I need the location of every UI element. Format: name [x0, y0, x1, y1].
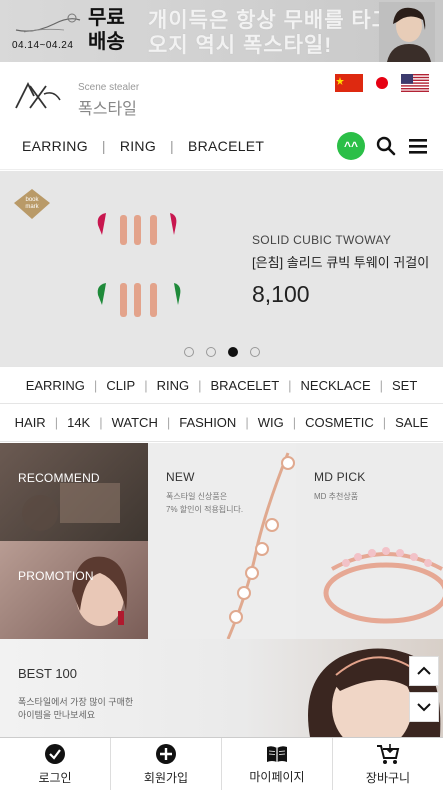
hero-product-info[interactable]: SOLID CUBIC TWOWAY [은침] 솔리드 큐빅 투웨이 귀걸이 8…: [252, 233, 429, 308]
china-flag-icon[interactable]: [335, 74, 363, 92]
category-bracelet[interactable]: BRACELET: [211, 378, 280, 393]
tab-signup-label: 회원가입: [143, 770, 189, 785]
best-title: BEST 100: [18, 666, 78, 681]
slider-dot-active[interactable]: [228, 347, 238, 357]
nav-separator: |: [101, 138, 106, 154]
category-ring[interactable]: RING: [157, 378, 190, 393]
category-sale[interactable]: SALE: [395, 415, 428, 430]
md-pick-tile[interactable]: MD PICK MD 추천상품: [296, 443, 443, 639]
chevron-up-icon: [417, 666, 431, 675]
check-circle-icon: [45, 743, 65, 764]
scroll-down-button[interactable]: [409, 692, 439, 722]
tab-mypage-label: 마이페이지: [249, 769, 305, 784]
best-model-image: [308, 648, 441, 737]
category-necklace[interactable]: NECKLACE: [301, 378, 371, 393]
svg-text:book: book: [25, 197, 39, 203]
foxstyle-logo-icon[interactable]: [14, 80, 62, 112]
category-wig[interactable]: WIG: [258, 415, 284, 430]
slider-dots: [184, 347, 260, 357]
category-14k[interactable]: 14K: [67, 415, 90, 430]
book-icon: [267, 745, 287, 762]
promotion-tile[interactable]: PROMOTION: [0, 541, 148, 639]
recommend-photo: [22, 483, 120, 531]
new-tile[interactable]: NEW 폭스타일 신상품은 7% 할인이 적용됩니다.: [148, 443, 296, 639]
new-subtitle: 폭스타일 신상품은 7% 할인이 적용됩니다.: [166, 492, 244, 514]
promo-model-image: [379, 2, 435, 62]
promo-date: 04.14~04.24: [12, 40, 74, 51]
tab-mypage[interactable]: 마이페이지: [222, 738, 333, 790]
nav-item-ring[interactable]: RING: [120, 138, 156, 154]
category-hair[interactable]: HAIR: [15, 415, 46, 430]
menu-icon[interactable]: [407, 135, 429, 157]
promo-copy: 개이득은 항상 무배를 타고 오지 역시 폭스타일!: [148, 9, 393, 57]
brand-tagline: Scene stealer: [78, 82, 140, 93]
product-earrings-image: [97, 213, 181, 317]
main-nav: EARRING | RING | BRACELET ^^: [0, 122, 443, 170]
category-clip[interactable]: CLIP: [106, 378, 135, 393]
recommend-tile[interactable]: RECOMMEND: [0, 443, 148, 541]
tab-login[interactable]: 로그인: [0, 738, 111, 790]
kakaotalk-icon[interactable]: ^^: [337, 132, 365, 160]
usa-flag-icon[interactable]: [401, 74, 429, 92]
feature-tiles: RECOMMEND PROMOTION NEW 폭스타일 신상품은 7% 할인이…: [0, 443, 443, 639]
slider-dot[interactable]: [206, 347, 216, 357]
recommend-title: RECOMMEND: [18, 471, 100, 485]
category-earring[interactable]: EARRING: [26, 378, 85, 393]
tab-signup[interactable]: 회원가입: [111, 738, 222, 790]
md-pick-subtitle: MD 추천상품: [314, 492, 359, 501]
promotion-photo: [72, 556, 128, 626]
svg-text:mark: mark: [25, 204, 39, 210]
product-korean-name: [은침] 솔리드 큐빅 투웨이 귀걸이: [252, 255, 430, 270]
tab-cart-label: 장바구니: [365, 770, 411, 785]
chevron-down-icon: [417, 703, 431, 712]
language-flags: [335, 74, 429, 92]
nav-item-earring[interactable]: EARRING: [22, 138, 88, 154]
new-title: NEW: [166, 470, 195, 484]
category-watch[interactable]: WATCH: [112, 415, 158, 430]
promotion-title: PROMOTION: [18, 569, 94, 583]
tab-cart[interactable]: 장바구니: [333, 738, 443, 790]
category-set[interactable]: SET: [392, 378, 417, 393]
nav-separator: |: [170, 138, 174, 154]
category-fashion[interactable]: FASHION: [179, 415, 236, 430]
search-icon[interactable]: [375, 135, 397, 157]
site-header: Scene stealer 폭스타일: [0, 62, 443, 122]
md-pick-title: MD PICK: [314, 470, 366, 484]
swoosh-decoration-icon: [15, 13, 81, 33]
category-row-1: EARRING | CLIP | RING | BRACELET | NECKLACE |…: [0, 366, 443, 404]
category-cosmetic[interactable]: COSMETIC: [305, 415, 374, 430]
product-name: SOLID CUBIC TWOWAY: [252, 233, 392, 247]
best-subtitle: 폭스타일에서 가장 많이 구매한 아이템을 만나보세요: [18, 697, 134, 720]
japan-flag-icon[interactable]: [373, 74, 391, 92]
nav-item-bracelet[interactable]: BRACELET: [188, 138, 264, 154]
best-100-banner[interactable]: BEST 100 폭스타일에서 가장 많이 구매한 아이템을 만나보세요: [0, 639, 443, 737]
category-row-2: HAIR | 14K | WATCH | FASHION | WIG | COSMETIC…: [0, 404, 443, 442]
plus-circle-icon: [156, 743, 176, 764]
slider-dot[interactable]: [184, 347, 194, 357]
cart-icon: [377, 743, 400, 764]
promo-banner[interactable]: 04.14~04.24 무료 배송 개이득은 항상 무배를 타고 오지 역시 폭…: [0, 0, 443, 62]
bookmark-badge-icon: book mark: [14, 189, 50, 219]
free-shipping-label: 무료 배송: [88, 7, 125, 53]
scroll-up-button[interactable]: [409, 656, 439, 686]
slider-dot[interactable]: [250, 347, 260, 357]
product-price: 8,100: [252, 281, 310, 307]
tab-login-label: 로그인: [38, 770, 72, 785]
bottom-tab-bar: 로그인 회원가입 마이페이지 장바구니: [0, 737, 443, 790]
brand-name: 폭스타일: [78, 101, 137, 118]
hero-slider[interactable]: book mark SOLID CUBIC TWOWAY [은침] 솔리드 큐빅…: [0, 171, 443, 367]
